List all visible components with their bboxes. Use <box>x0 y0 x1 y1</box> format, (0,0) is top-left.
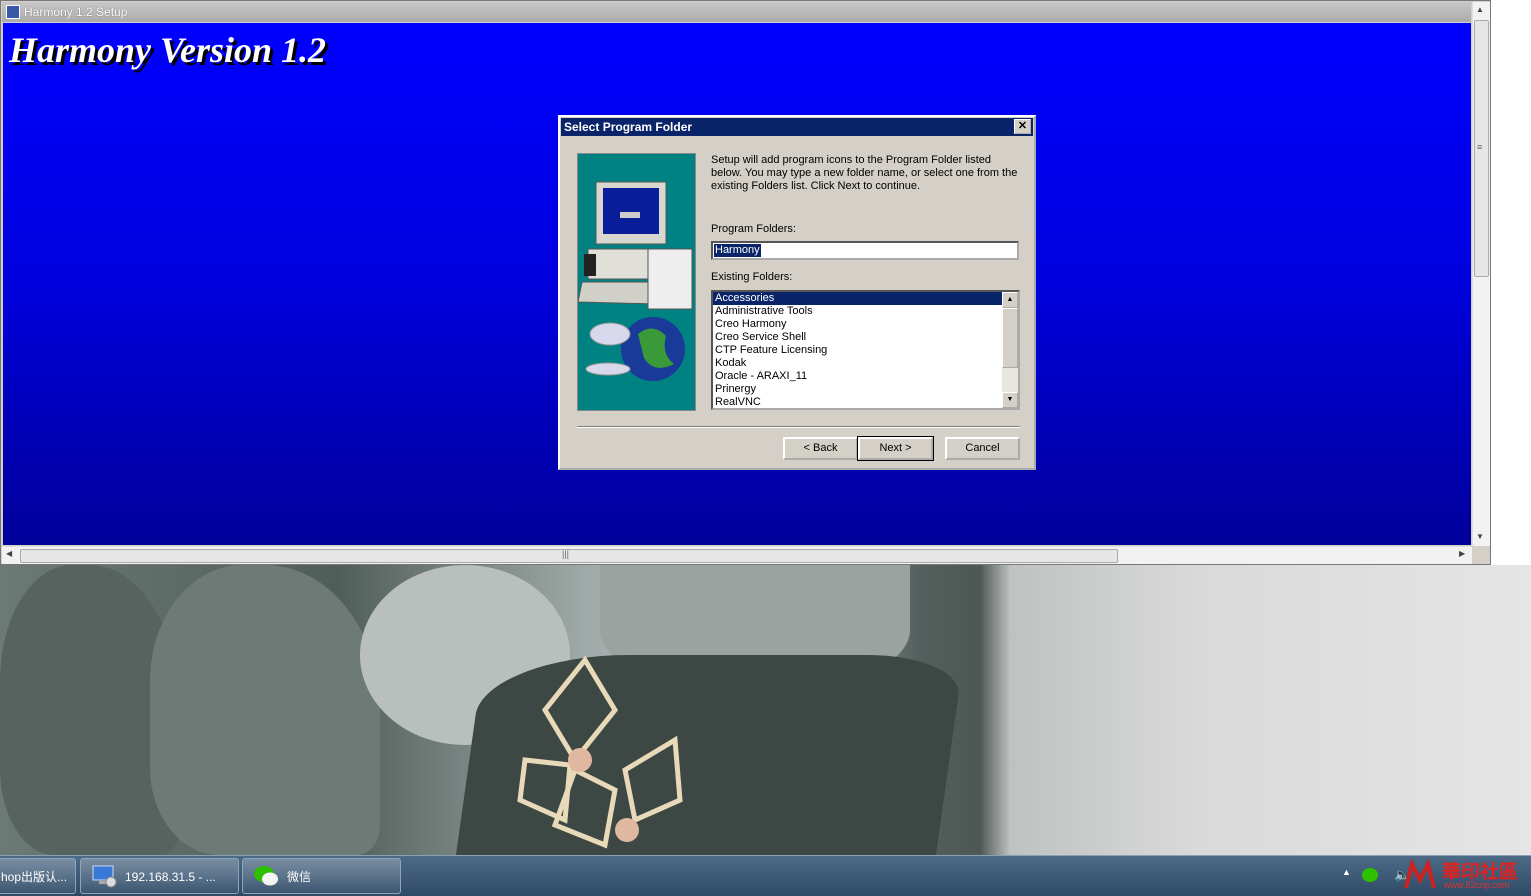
embroidered-star-pattern <box>517 655 683 849</box>
taskbar-item-label: 192.168.31.5 - ... <box>125 870 216 884</box>
close-icon[interactable]: ✕ <box>1014 119 1031 134</box>
show-hidden-icons-icon[interactable]: ▲ <box>1342 867 1351 877</box>
computer-globe-illustration <box>577 153 696 411</box>
list-scroll-thumb[interactable] <box>1002 308 1018 368</box>
list-item[interactable]: Kodak <box>713 357 1002 370</box>
list-scroll-up-icon[interactable]: ▲ <box>1002 292 1018 308</box>
list-scrollbar[interactable]: ▲ ▼ <box>1002 292 1018 408</box>
program-folder-value: Harmony <box>714 244 761 257</box>
horizontal-scrollbar[interactable]: ◀ ||| ▶ <box>2 546 1472 564</box>
next-button[interactable]: Next > <box>857 436 934 461</box>
scroll-up-arrow-icon[interactable]: ▲ <box>1476 5 1484 14</box>
existing-folders-items: Accessories Administrative Tools Creo Ha… <box>713 292 1002 408</box>
select-program-folder-dialog: Select Program Folder ✕ Setup will add p… <box>558 115 1036 470</box>
list-item[interactable]: Creo Harmony <box>713 318 1002 331</box>
dialog-title: Select Program Folder <box>564 120 693 134</box>
taskbar: hop出版认... 192.168.31.5 - ... 微信 ▲ 🔈 <box>0 855 1531 896</box>
list-item[interactable]: Creo Service Shell <box>713 331 1002 344</box>
dialog-title-bar[interactable]: Select Program Folder <box>561 118 1033 136</box>
back-button[interactable]: < Back <box>783 437 858 460</box>
list-item[interactable]: RealVNC <box>713 396 1002 408</box>
scroll-right-arrow-icon[interactable]: ▶ <box>1459 549 1465 558</box>
taskbar-item-label: 微信 <box>287 870 312 884</box>
setup-app-icon <box>6 5 20 19</box>
wechat-icon <box>254 866 278 886</box>
wallpaper-shape <box>150 565 380 855</box>
setup-window: Harmony 1.2 Setup Harmony Version 1.2 ▲ … <box>0 0 1491 565</box>
program-folder-input[interactable]: Harmony <box>711 241 1019 260</box>
scroll-left-arrow-icon[interactable]: ◀ <box>6 549 12 558</box>
taskbar-item-remote-desktop[interactable]: 192.168.31.5 - ... <box>80 858 239 894</box>
grip-icon: ||| <box>562 549 570 559</box>
taskbar-item-wechat[interactable]: 微信 <box>242 858 401 894</box>
list-item[interactable]: CTP Feature Licensing <box>713 344 1002 357</box>
scroll-down-arrow-icon[interactable]: ▼ <box>1476 532 1484 541</box>
list-item[interactable]: Administrative Tools <box>713 305 1002 318</box>
taskbar-item-photoshop[interactable]: hop出版认... <box>0 858 76 894</box>
setup-window-title-bar[interactable]: Harmony 1.2 Setup <box>2 2 1471 22</box>
tray-wechat-icon[interactable] <box>1362 868 1378 882</box>
desktop-wallpaper <box>0 565 1531 855</box>
program-folders-label: Program Folders: <box>711 223 796 235</box>
cancel-button[interactable]: Cancel <box>945 437 1020 460</box>
existing-folders-list[interactable]: Accessories Administrative Tools Creo Ha… <box>711 290 1020 410</box>
list-item[interactable]: Oracle - ARAXI_11 <box>713 370 1002 383</box>
dialog-separator <box>577 426 1020 428</box>
taskbar-item-label: hop出版认... <box>1 870 68 884</box>
list-item[interactable]: Accessories <box>713 292 1002 305</box>
vertical-scrollbar[interactable]: ▲ ≡ ▼ <box>1472 2 1490 546</box>
setup-window-title: Harmony 1.2 Setup <box>24 5 128 19</box>
watermark-url: www.52cnp.com <box>1444 880 1510 890</box>
list-item[interactable]: Prinergy <box>713 383 1002 396</box>
existing-folders-label: Existing Folders: <box>711 271 793 283</box>
remote-desktop-icon <box>92 865 117 888</box>
dialog-instructions: Setup will add program icons to the Prog… <box>711 154 1018 192</box>
banner-title: Harmony Version 1.2 <box>9 30 327 70</box>
list-scroll-down-icon[interactable]: ▼ <box>1002 392 1018 408</box>
computer-icon <box>577 181 693 381</box>
grip-icon: ≡ <box>1477 142 1483 152</box>
